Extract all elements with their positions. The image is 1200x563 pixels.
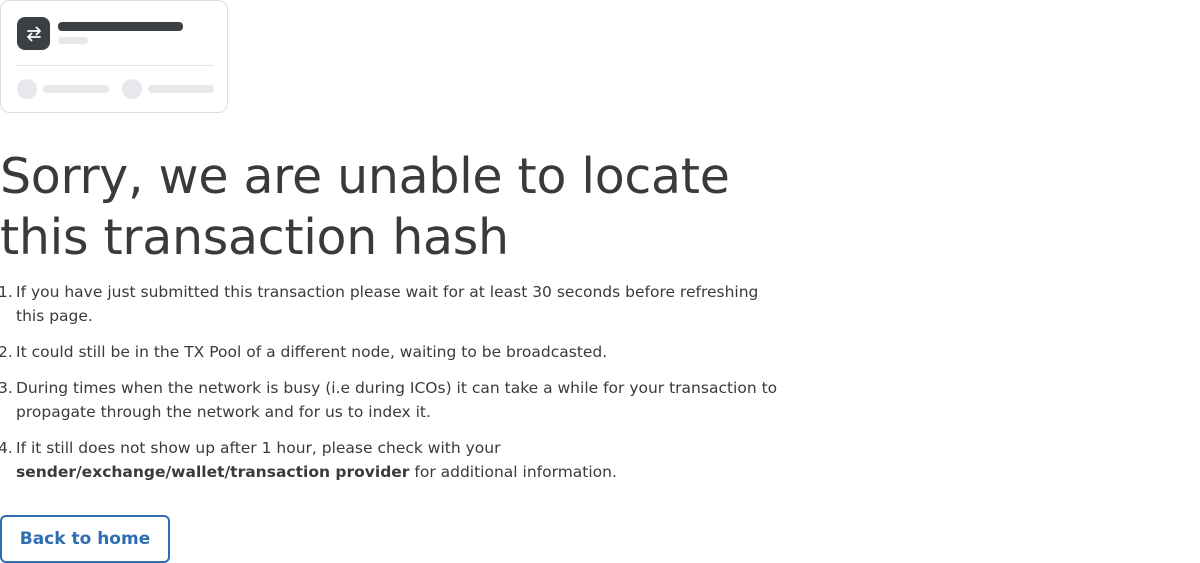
list-item-number: 2. (0, 343, 13, 361)
list-item-number: 3. (0, 379, 13, 397)
list-item: 1. If you have just submitted this trans… (0, 280, 800, 328)
list-item-text-before: If it still does not show up after 1 hou… (16, 439, 501, 457)
card-divider (17, 65, 214, 66)
skeleton-address-from (43, 85, 109, 93)
list-item: 3. During times when the network is busy… (0, 376, 800, 424)
error-page: Sorry, we are unable to locate this tran… (0, 0, 1200, 563)
list-item-text: If you have just submitted this transact… (16, 283, 759, 325)
skeleton-title-line (58, 22, 183, 31)
swap-arrows-icon (17, 17, 50, 50)
skeleton-subtitle-line (58, 37, 88, 44)
list-item-text: During times when the network is busy (i… (16, 379, 778, 421)
skeleton-avatar-to (122, 79, 142, 99)
list-item-text: It could still be in the TX Pool of a di… (16, 343, 608, 361)
list-item-text-after: for additional information. (409, 463, 617, 481)
skeleton-avatar-from (17, 79, 37, 99)
list-item: 4. If it still does not show up after 1 … (0, 436, 800, 484)
list-item-number: 1. (0, 283, 13, 301)
back-to-home-button[interactable]: Back to home (0, 515, 170, 563)
transaction-placeholder-card (0, 0, 228, 113)
provider-emphasis: sender/exchange/wallet/transaction provi… (16, 463, 410, 481)
swap-arrows-svg (26, 26, 41, 41)
page-title: Sorry, we are unable to locate this tran… (0, 148, 730, 266)
list-item-number: 4. (0, 439, 13, 457)
skeleton-address-to (148, 85, 214, 93)
reasons-list: 1. If you have just submitted this trans… (0, 280, 800, 496)
list-item: 2. It could still be in the TX Pool of a… (0, 340, 800, 364)
